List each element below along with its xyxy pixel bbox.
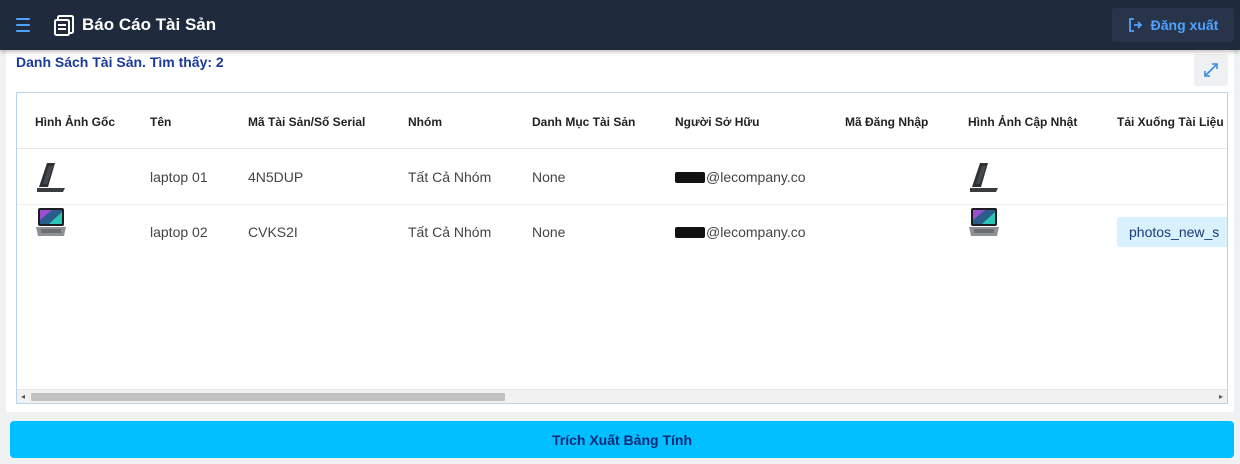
hamburger-icon[interactable] [14, 15, 36, 35]
download-document-link[interactable]: photos_new_s [1117, 217, 1227, 247]
scroll-left-arrow-icon[interactable]: ◂ [17, 390, 29, 403]
export-spreadsheet-button[interactable]: Trích Xuất Bảng Tính [10, 421, 1234, 458]
logout-button[interactable]: Đăng xuất [1112, 8, 1234, 42]
asset-name: laptop 01 [150, 169, 208, 185]
expand-button[interactable] [1194, 54, 1228, 86]
report-icon [54, 15, 74, 36]
owner-email-domain: @lecompany.co [706, 224, 806, 240]
redacted-owner-mask [675, 227, 705, 238]
scroll-right-arrow-icon[interactable]: ▸ [1215, 390, 1227, 403]
asset-owner: @lecompany.co [675, 224, 806, 240]
asset-list-panel: Danh Sách Tài Sản. Tìm thấy: 2 Hình Ảnh … [6, 50, 1234, 412]
page-title: Báo Cáo Tài Sản [82, 15, 217, 34]
asset-owner: @lecompany.co [675, 169, 806, 185]
table-row[interactable]: laptop 02 CVKS2I Tất Cả Nhóm None @lecom… [17, 204, 1227, 259]
laptop-open-icon [969, 208, 999, 236]
column-header[interactable]: Tên [150, 115, 171, 129]
owner-email-domain: @lecompany.co [706, 169, 806, 185]
laptop-side-icon [970, 163, 998, 192]
asset-category: None [532, 224, 566, 240]
table-row[interactable]: laptop 01 4N5DUP Tất Cả Nhóm None @lecom… [17, 150, 1227, 205]
laptop-side-icon [37, 163, 65, 192]
column-header[interactable]: Danh Mục Tài Sản [532, 115, 635, 129]
column-header[interactable]: Người Sở Hữu [675, 115, 759, 129]
asset-group: Tất Cả Nhóm [408, 224, 492, 240]
asset-serial: CVKS2I [248, 224, 298, 240]
logout-label: Đăng xuất [1150, 17, 1219, 33]
asset-table: Hình Ảnh Gốc Tên Mã Tài Sản/Số Serial Nh… [16, 92, 1228, 404]
horizontal-scrollbar[interactable]: ◂ ▸ [17, 389, 1227, 403]
table-header-row: Hình Ảnh Gốc Tên Mã Tài Sản/Số Serial Nh… [17, 93, 1227, 149]
column-header[interactable]: Mã Đăng Nhập [845, 115, 928, 129]
column-header[interactable]: Nhóm [408, 115, 442, 129]
asset-name: laptop 02 [150, 224, 208, 240]
column-header[interactable]: Tải Xuống Tài Liệu [1117, 115, 1224, 129]
scrollbar-thumb[interactable] [31, 393, 505, 401]
laptop-open-icon [36, 208, 66, 236]
asset-category: None [532, 169, 566, 185]
column-header[interactable]: Mã Tài Sản/Số Serial [248, 115, 365, 129]
asset-serial: 4N5DUP [248, 169, 304, 185]
top-bar: Báo Cáo Tài Sản Đăng xuất [0, 0, 1240, 50]
redacted-owner-mask [675, 172, 705, 183]
asset-group: Tất Cả Nhóm [408, 169, 492, 185]
logout-icon [1128, 18, 1142, 32]
asset-list-title: Danh Sách Tài Sản. Tìm thấy: 2 [16, 54, 224, 70]
column-header[interactable]: Hình Ảnh Cập Nhật [968, 115, 1077, 129]
expand-icon [1204, 63, 1218, 77]
column-header[interactable]: Hình Ảnh Gốc [35, 115, 115, 129]
